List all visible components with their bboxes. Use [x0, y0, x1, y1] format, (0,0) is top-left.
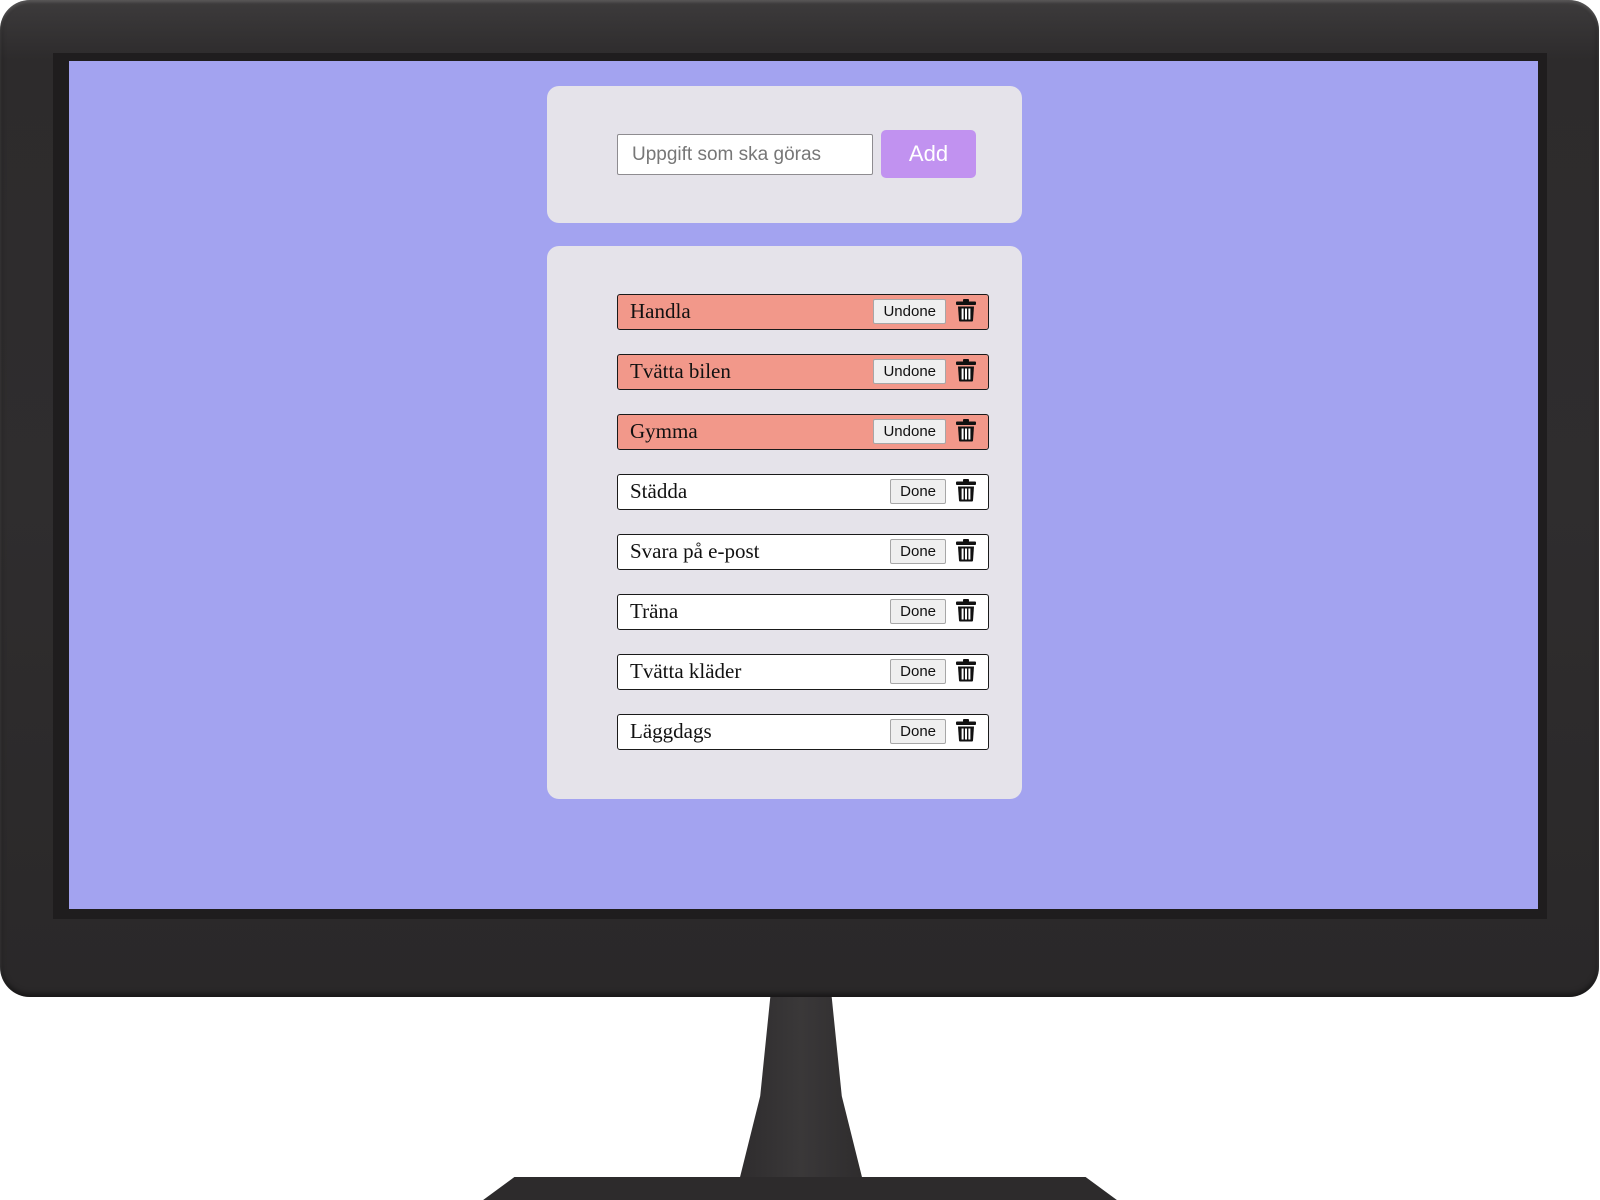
- undone-button[interactable]: Undone: [873, 299, 946, 324]
- task-text: Läggdags: [630, 719, 712, 743]
- trash-icon: [955, 658, 977, 687]
- add-button[interactable]: Add: [881, 130, 976, 178]
- delete-task-button[interactable]: [952, 538, 980, 566]
- trash-icon: [955, 718, 977, 747]
- trash-icon: [955, 298, 977, 327]
- monitor-stand-neck: [739, 996, 863, 1178]
- delete-task-button[interactable]: [952, 718, 980, 746]
- task-item: Läggdags Done: [617, 714, 989, 750]
- trash-icon: [955, 478, 977, 507]
- delete-task-button[interactable]: [952, 358, 980, 386]
- scene: Add Handla Undone Tvätta bilen Undone Gymma U…: [0, 0, 1600, 1200]
- delete-task-button[interactable]: [952, 298, 980, 326]
- done-button[interactable]: Done: [890, 719, 946, 744]
- add-task-panel: Add: [547, 86, 1022, 223]
- trash-icon: [955, 358, 977, 387]
- task-text: Tvätta bilen: [630, 359, 731, 383]
- done-button[interactable]: Done: [890, 539, 946, 564]
- task-text: Tvätta kläder: [630, 659, 742, 683]
- undone-button[interactable]: Undone: [873, 419, 946, 444]
- task-item: Handla Undone: [617, 294, 989, 330]
- task-input[interactable]: [617, 134, 873, 175]
- done-button[interactable]: Done: [890, 479, 946, 504]
- delete-task-button[interactable]: [952, 418, 980, 446]
- done-button[interactable]: Done: [890, 659, 946, 684]
- delete-task-button[interactable]: [952, 658, 980, 686]
- task-item: Tvätta kläder Done: [617, 654, 989, 690]
- trash-icon: [955, 418, 977, 447]
- task-text: Träna: [630, 599, 679, 623]
- trash-icon: [955, 538, 977, 567]
- undone-button[interactable]: Undone: [873, 359, 946, 384]
- task-text: Städda: [630, 479, 688, 503]
- monitor-stand-base: [460, 1177, 1140, 1200]
- task-list: Handla Undone Tvätta bilen Undone Gymma Undon…: [617, 294, 989, 774]
- trash-icon: [955, 598, 977, 627]
- task-item: Svara på e-post Done: [617, 534, 989, 570]
- task-list-panel: Handla Undone Tvätta bilen Undone Gymma Undon…: [547, 246, 1022, 799]
- done-button[interactable]: Done: [890, 599, 946, 624]
- task-item: Tvätta bilen Undone: [617, 354, 989, 390]
- task-text: Handla: [630, 299, 691, 323]
- task-item: Träna Done: [617, 594, 989, 630]
- delete-task-button[interactable]: [952, 598, 980, 626]
- task-item: Gymma Undone: [617, 414, 989, 450]
- task-item: Städda Done: [617, 474, 989, 510]
- task-text: Gymma: [630, 419, 698, 443]
- monitor-screen: Add Handla Undone Tvätta bilen Undone Gymma U…: [69, 61, 1538, 909]
- task-text: Svara på e-post: [630, 539, 760, 563]
- monitor-frame: Add Handla Undone Tvätta bilen Undone Gymma U…: [0, 0, 1599, 997]
- delete-task-button[interactable]: [952, 478, 980, 506]
